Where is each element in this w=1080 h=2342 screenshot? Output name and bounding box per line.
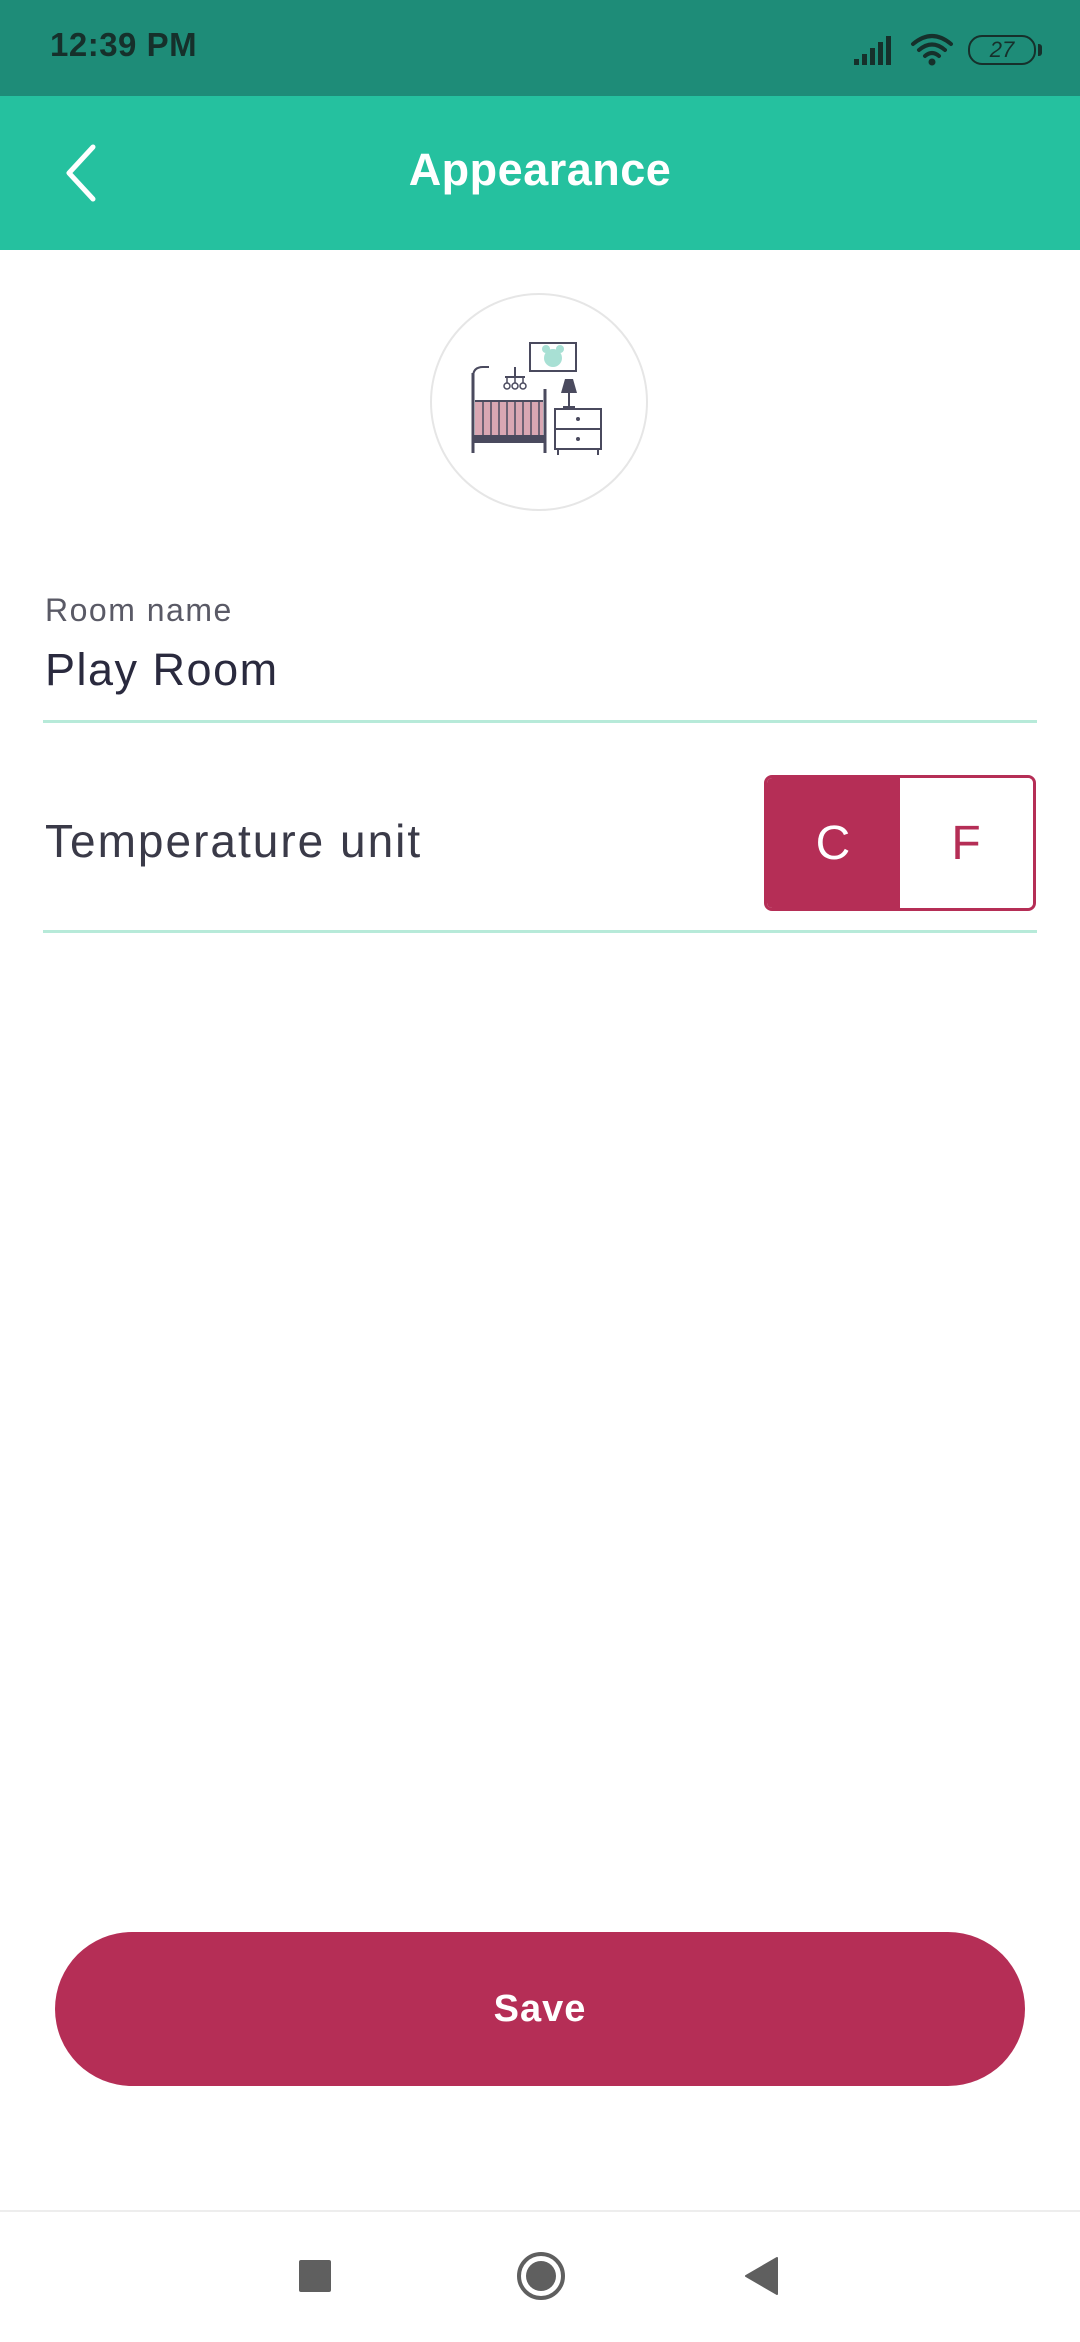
home-circle-icon bbox=[517, 2252, 565, 2300]
room-name-label: Room name bbox=[45, 592, 233, 628]
system-nav-bar bbox=[0, 2210, 1080, 2342]
app-bar: Appearance bbox=[0, 96, 1080, 250]
recents-button[interactable] bbox=[260, 2212, 370, 2340]
signal-icon bbox=[854, 36, 891, 65]
save-button[interactable]: Save bbox=[55, 1932, 1025, 2086]
room-image[interactable] bbox=[430, 293, 648, 511]
back-triangle-icon bbox=[745, 2257, 778, 2295]
room-name-input[interactable] bbox=[45, 634, 1035, 706]
status-time: 12:39 PM bbox=[50, 26, 198, 63]
nursery-room-icon bbox=[471, 342, 602, 455]
home-button[interactable] bbox=[486, 2212, 596, 2340]
room-name-divider bbox=[43, 720, 1037, 723]
system-back-button[interactable] bbox=[706, 2212, 816, 2340]
temperature-divider bbox=[43, 930, 1037, 933]
battery-icon: 27 bbox=[968, 35, 1042, 65]
recents-square-icon bbox=[299, 2260, 331, 2292]
unit-option-fahrenheit[interactable]: F bbox=[900, 778, 1033, 908]
status-bar: 12:39 PM 27 bbox=[0, 0, 1080, 96]
wifi-icon bbox=[911, 34, 953, 66]
status-icons: 27 bbox=[852, 30, 1042, 70]
temperature-unit-toggle: C F bbox=[764, 775, 1036, 911]
unit-option-celsius[interactable]: C bbox=[767, 778, 900, 908]
page-title: Appearance bbox=[408, 144, 672, 195]
temperature-unit-label: Temperature unit bbox=[45, 815, 423, 867]
